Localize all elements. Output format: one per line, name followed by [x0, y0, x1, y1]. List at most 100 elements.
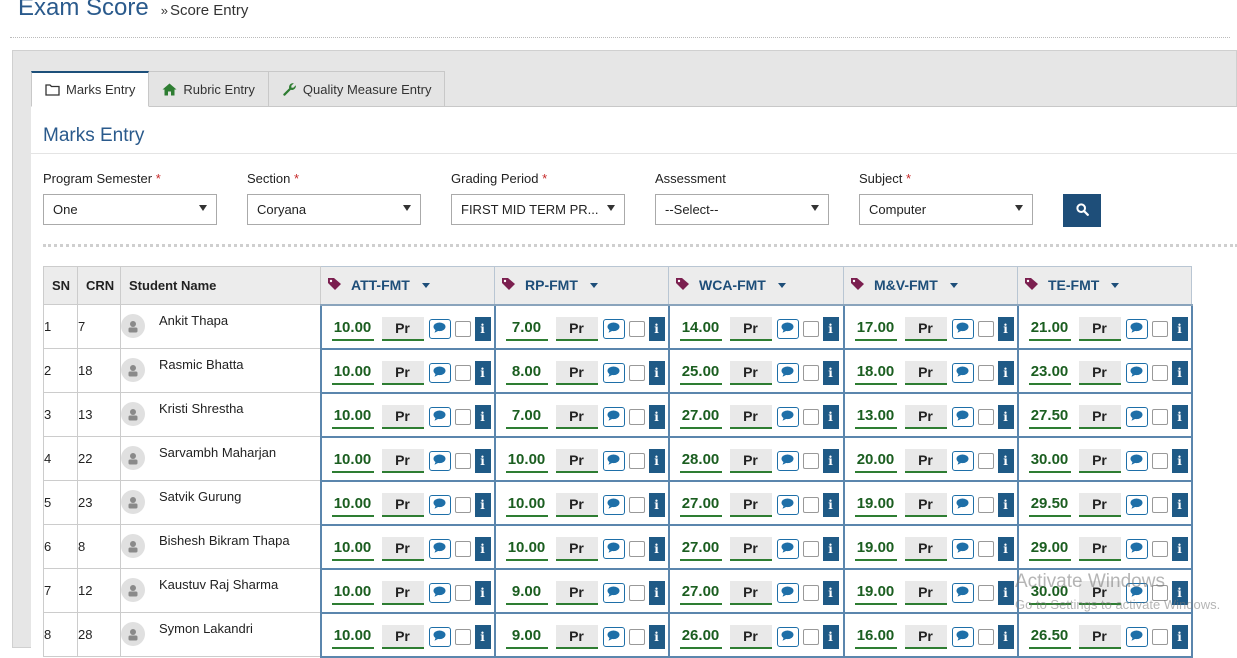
mark-input[interactable]: 10.00	[331, 317, 374, 341]
info-button[interactable]: i	[1171, 536, 1188, 561]
comment-button[interactable]	[602, 318, 625, 339]
info-button[interactable]: i	[997, 492, 1014, 517]
mark-checkbox[interactable]	[977, 364, 994, 381]
mark-checkbox[interactable]	[454, 364, 471, 381]
attendance-status[interactable]: Pr	[729, 404, 772, 429]
subject-select[interactable]: Computer	[859, 194, 1033, 225]
mark-checkbox[interactable]	[1151, 540, 1168, 557]
mark-input[interactable]: 25.00	[679, 361, 722, 385]
mark-input[interactable]: 10.00	[505, 537, 548, 561]
tab-rubric-entry[interactable]: Rubric Entry	[148, 71, 269, 107]
comment-button[interactable]	[776, 582, 799, 603]
mark-checkbox[interactable]	[1151, 452, 1168, 469]
mark-input[interactable]: 7.00	[505, 317, 548, 341]
mark-input[interactable]: 18.00	[854, 361, 897, 385]
header-component[interactable]: M&V-FMT	[843, 266, 1018, 306]
comment-button[interactable]	[951, 538, 974, 559]
mark-checkbox[interactable]	[454, 628, 471, 645]
mark-input[interactable]: 10.00	[331, 405, 374, 429]
mark-input[interactable]: 29.50	[1028, 493, 1071, 517]
info-button[interactable]: i	[997, 580, 1014, 605]
header-component[interactable]: TE-FMT	[1017, 266, 1192, 306]
info-button[interactable]: i	[997, 448, 1014, 473]
attendance-status[interactable]: Pr	[1078, 624, 1121, 649]
header-component[interactable]: WCA-FMT	[668, 266, 844, 306]
mark-input[interactable]: 27.00	[679, 405, 722, 429]
info-button[interactable]: i	[822, 404, 839, 429]
mark-input[interactable]: 19.00	[854, 493, 897, 517]
mark-checkbox[interactable]	[1151, 364, 1168, 381]
mark-input[interactable]: 27.00	[679, 581, 722, 605]
comment-button[interactable]	[602, 362, 625, 383]
mark-checkbox[interactable]	[1151, 628, 1168, 645]
mark-input[interactable]: 10.00	[331, 449, 374, 473]
attendance-status[interactable]: Pr	[381, 624, 424, 649]
comment-button[interactable]	[428, 494, 451, 515]
info-button[interactable]: i	[1171, 360, 1188, 385]
mark-input[interactable]: 26.50	[1028, 625, 1071, 649]
comment-button[interactable]	[1125, 626, 1148, 647]
mark-input[interactable]: 30.00	[1028, 449, 1071, 473]
tab-marks-entry[interactable]: Marks Entry	[31, 71, 150, 107]
info-button[interactable]: i	[474, 404, 491, 429]
info-button[interactable]: i	[648, 316, 665, 341]
search-button[interactable]	[1063, 194, 1101, 227]
attendance-status[interactable]: Pr	[555, 580, 598, 605]
breadcrumb[interactable]: Score Entry	[170, 2, 248, 19]
info-button[interactable]: i	[474, 580, 491, 605]
comment-button[interactable]	[602, 582, 625, 603]
comment-button[interactable]	[1125, 406, 1148, 427]
comment-button[interactable]	[951, 362, 974, 383]
info-button[interactable]: i	[474, 492, 491, 517]
info-button[interactable]: i	[474, 316, 491, 341]
info-button[interactable]: i	[997, 316, 1014, 341]
mark-input[interactable]: 16.00	[854, 625, 897, 649]
mark-input[interactable]: 27.00	[679, 537, 722, 561]
info-button[interactable]: i	[648, 536, 665, 561]
comment-button[interactable]	[1125, 538, 1148, 559]
mark-input[interactable]: 10.00	[331, 625, 374, 649]
attendance-status[interactable]: Pr	[1078, 448, 1121, 473]
info-button[interactable]: i	[648, 624, 665, 649]
mark-checkbox[interactable]	[454, 584, 471, 601]
comment-button[interactable]	[1125, 450, 1148, 471]
info-button[interactable]: i	[1171, 624, 1188, 649]
mark-checkbox[interactable]	[977, 320, 994, 337]
attendance-status[interactable]: Pr	[729, 536, 772, 561]
mark-checkbox[interactable]	[802, 408, 819, 425]
mark-input[interactable]: 10.00	[331, 581, 374, 605]
attendance-status[interactable]: Pr	[904, 492, 947, 517]
attendance-status[interactable]: Pr	[729, 360, 772, 385]
attendance-status[interactable]: Pr	[381, 492, 424, 517]
comment-button[interactable]	[428, 450, 451, 471]
mark-checkbox[interactable]	[628, 408, 645, 425]
mark-input[interactable]: 17.00	[854, 317, 897, 341]
comment-button[interactable]	[602, 406, 625, 427]
attendance-status[interactable]: Pr	[904, 580, 947, 605]
comment-button[interactable]	[776, 450, 799, 471]
mark-checkbox[interactable]	[454, 496, 471, 513]
section-select[interactable]: Coryana	[247, 194, 421, 225]
attendance-status[interactable]: Pr	[904, 536, 947, 561]
info-button[interactable]: i	[474, 536, 491, 561]
attendance-status[interactable]: Pr	[904, 316, 947, 341]
attendance-status[interactable]: Pr	[1078, 360, 1121, 385]
mark-input[interactable]: 8.00	[505, 361, 548, 385]
mark-input[interactable]: 9.00	[505, 581, 548, 605]
comment-button[interactable]	[776, 538, 799, 559]
mark-input[interactable]: 10.00	[331, 361, 374, 385]
info-button[interactable]: i	[648, 404, 665, 429]
info-button[interactable]: i	[474, 360, 491, 385]
comment-button[interactable]	[428, 318, 451, 339]
info-button[interactable]: i	[822, 580, 839, 605]
mark-checkbox[interactable]	[628, 584, 645, 601]
caret-down-icon[interactable]	[777, 282, 786, 288]
comment-button[interactable]	[428, 362, 451, 383]
comment-button[interactable]	[602, 450, 625, 471]
attendance-status[interactable]: Pr	[381, 360, 424, 385]
info-button[interactable]: i	[822, 624, 839, 649]
info-button[interactable]: i	[822, 492, 839, 517]
mark-checkbox[interactable]	[802, 540, 819, 557]
mark-checkbox[interactable]	[977, 628, 994, 645]
attendance-status[interactable]: Pr	[729, 448, 772, 473]
